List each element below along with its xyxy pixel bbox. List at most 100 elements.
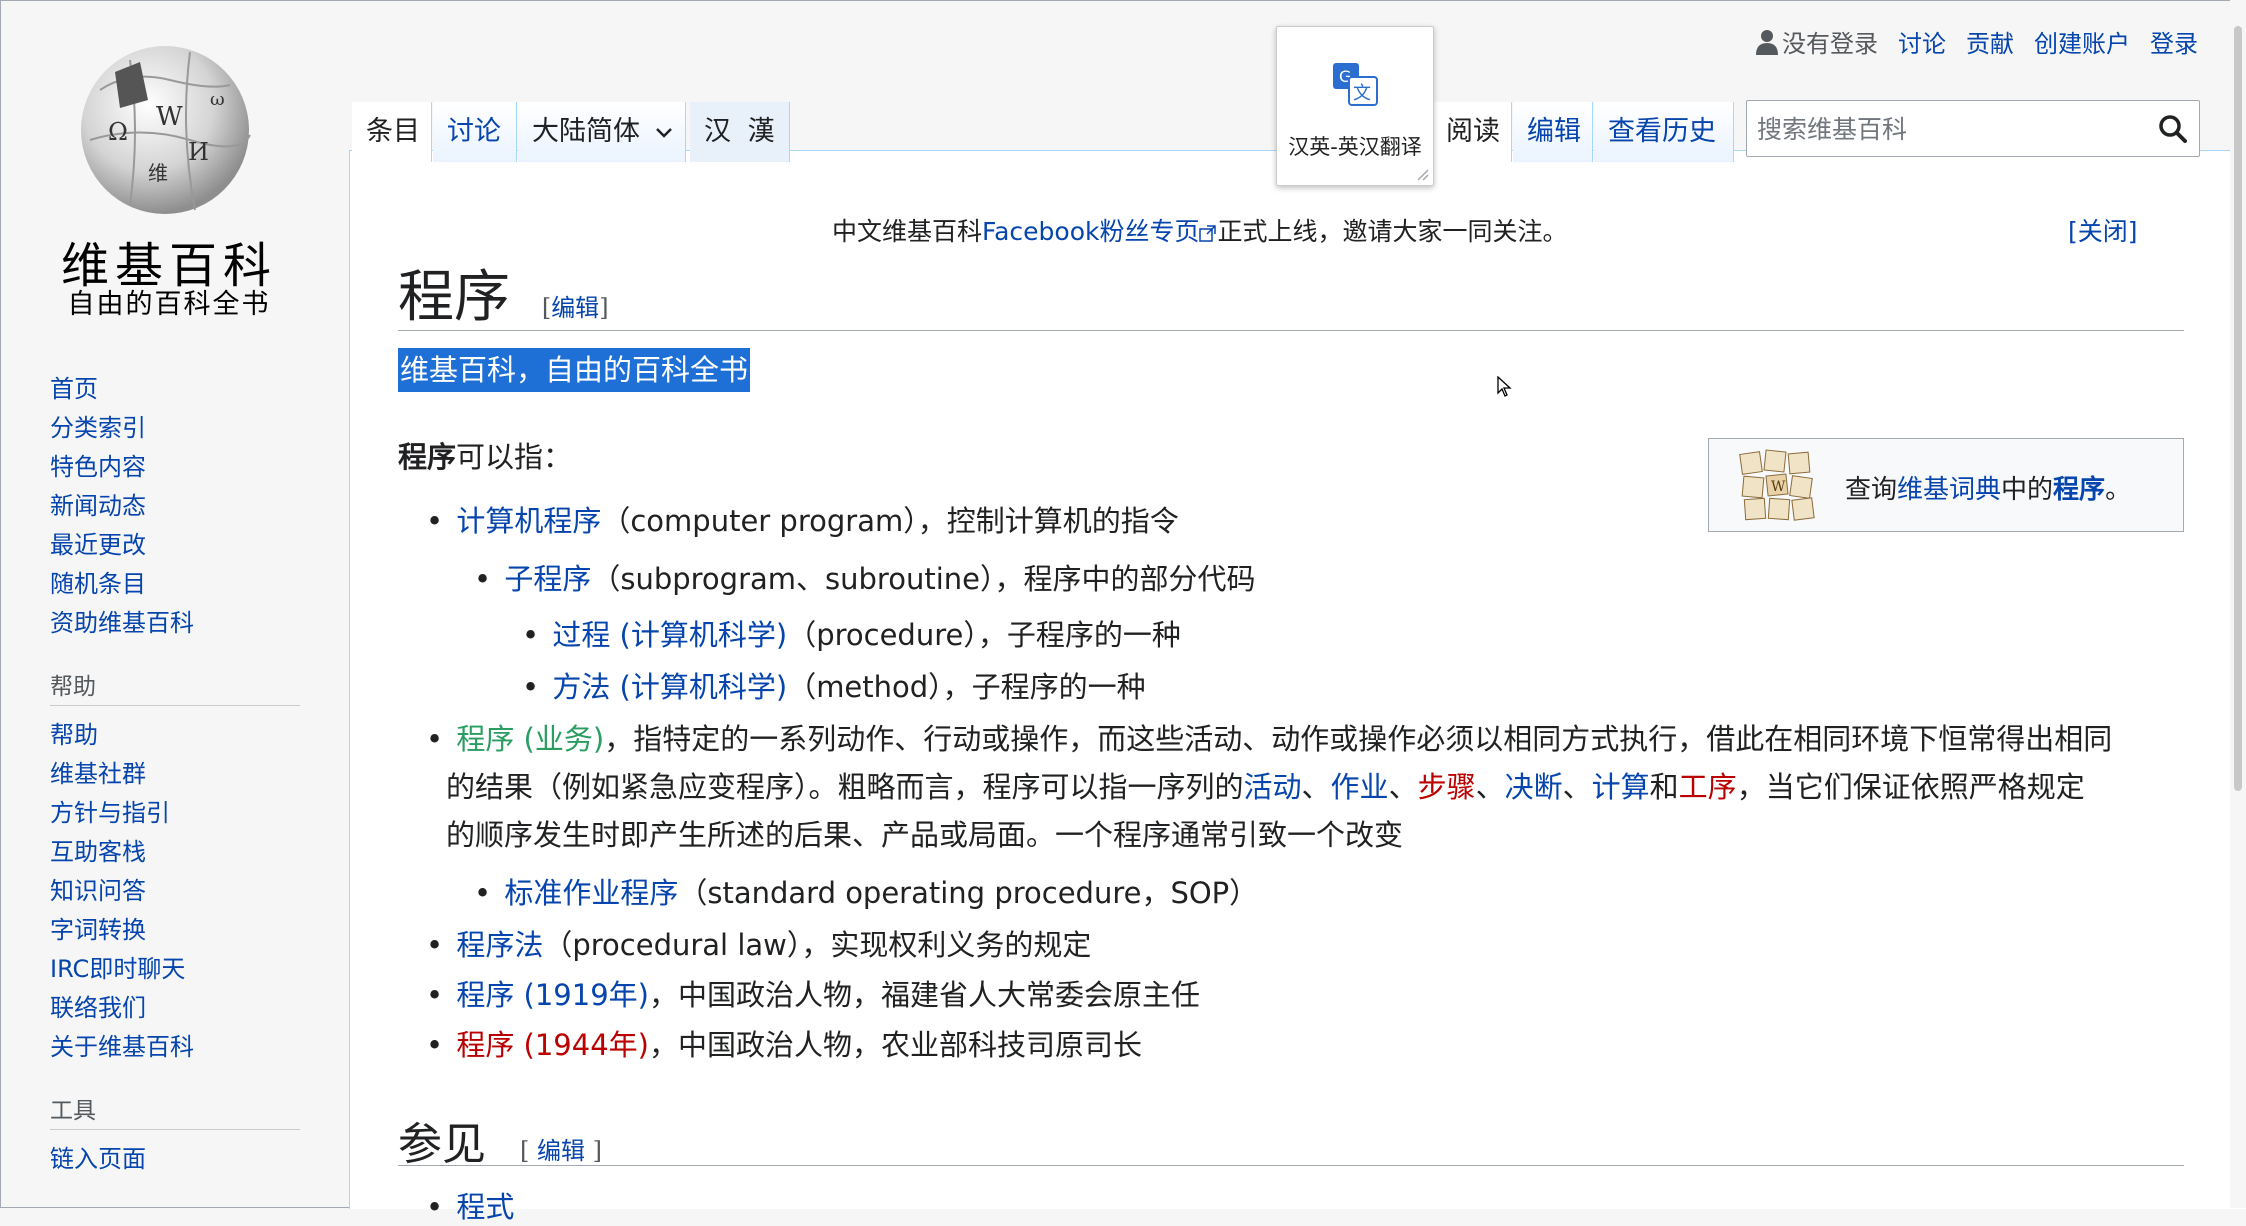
svg-text:文: 文 xyxy=(1353,83,1371,104)
intro-bold-term: 程序 xyxy=(398,440,457,474)
sidebar-item-donate[interactable]: 资助维基百科 xyxy=(50,604,300,643)
sidebar-heading-tools: 工具 xyxy=(50,1093,300,1130)
tab-read[interactable]: 阅读 xyxy=(1432,102,1512,162)
title-edit-link[interactable]: 编辑 xyxy=(551,294,599,322)
wikipedia-logo[interactable]: W Ω И 维 ω 维基百科 自由的百科全书 xyxy=(44,30,294,320)
tab-hanhan-toggle[interactable]: 汉 漢 xyxy=(690,102,790,162)
site-subtitle-selected: 维基百科，自由的百科全书 xyxy=(398,348,751,392)
link-computation[interactable]: 计算 xyxy=(1592,770,1650,804)
sidebar-item-featured[interactable]: 特色内容 xyxy=(50,448,300,487)
list-item: 程式 xyxy=(426,1184,514,1226)
wiktionary-term-link[interactable]: 程序 xyxy=(2053,475,2105,505)
sidebar-item-recent-changes[interactable]: 最近更改 xyxy=(50,526,300,565)
notice-text-post: 正式上线，邀请大家一同关注。 xyxy=(1217,217,1568,246)
link-subprogram[interactable]: 子程序 xyxy=(504,562,591,596)
list-item: 程序 (业务)，指特定的一系列动作、行动或操作，而这些活动、动作或操作必须以相同… xyxy=(426,716,2112,758)
page-title-text: 程序 xyxy=(398,265,510,330)
link-chengxu-1919[interactable]: 程序 (1919年) xyxy=(456,978,649,1012)
see-also-edit-link[interactable]: 编辑 xyxy=(537,1137,585,1165)
wikt-pre: 查询 xyxy=(1845,475,1898,505)
svg-text:W: W xyxy=(156,102,183,132)
sidebar-item-community[interactable]: 维基社群 xyxy=(50,755,300,794)
link-procedural-law[interactable]: 程序法 xyxy=(456,928,543,962)
sidebar-item-policies[interactable]: 方针与指引 xyxy=(50,794,300,833)
external-link-icon xyxy=(1199,225,1217,242)
sidebar: 首页 分类索引 特色内容 新闻动态 最近更改 随机条目 资助维基百科 帮助 帮助… xyxy=(50,370,300,1179)
separator: 、 xyxy=(1562,770,1592,804)
sidebar-item-contact[interactable]: 联络我们 xyxy=(50,989,300,1028)
sidebar-item-what-links-here[interactable]: 链入页面 xyxy=(50,1140,300,1179)
sidebar-item-village-pump[interactable]: 互助客栈 xyxy=(50,833,300,872)
translate-popup[interactable]: G 文 汉英-英汉翻译 xyxy=(1276,26,1434,186)
title-divider xyxy=(398,330,2184,331)
wiktionary-link[interactable]: 维基词典 xyxy=(1897,475,2001,505)
search-box xyxy=(1746,100,2200,157)
tab-variant-dropdown[interactable]: 大陆简体 xyxy=(518,102,686,162)
sidebar-item-qa[interactable]: 知识问答 xyxy=(50,872,300,911)
login-link[interactable]: 登录 xyxy=(2150,24,2198,59)
site-notice: 中文维基百科Facebook粉丝专页 正式上线，邀请大家一同关注。 xyxy=(832,212,1568,248)
tab-talk[interactable]: 讨论 xyxy=(433,102,517,162)
link-procedure-business[interactable]: 程序 (业务) xyxy=(456,722,604,756)
personal-contribs-link[interactable]: 贡献 xyxy=(1966,24,2014,59)
search-icon[interactable] xyxy=(2155,111,2191,147)
link-sop[interactable]: 标准作业程序 xyxy=(504,876,678,910)
edit-bracket-open: [ xyxy=(541,294,552,322)
list-item: 程序法（procedural law），实现权利义务的规定 xyxy=(426,922,1091,964)
page-title: 程序 [编辑] xyxy=(398,252,609,333)
edit-bracket-open: [ xyxy=(520,1137,537,1165)
item-text: （method），子程序的一种 xyxy=(787,670,1146,704)
link-decision[interactable]: 决断 xyxy=(1505,770,1563,804)
link-process-step[interactable]: 工序 xyxy=(1679,770,1737,804)
tab-history[interactable]: 查看历史 xyxy=(1594,102,1734,162)
wikt-post: 。 xyxy=(2105,475,2132,505)
notice-facebook-link[interactable]: Facebook粉丝专页 xyxy=(982,217,1199,246)
user-icon xyxy=(1756,29,1778,55)
wiktionary-box: W 查询维基词典中的程序。 xyxy=(1708,438,2184,532)
sidebar-item-conversion[interactable]: 字词转换 xyxy=(50,911,300,950)
resize-grip-icon[interactable] xyxy=(1413,165,1429,181)
svg-text:W: W xyxy=(1771,479,1786,495)
sidebar-item-main-page[interactable]: 首页 xyxy=(50,370,300,409)
translate-icon: G 文 xyxy=(1333,63,1378,106)
notice-text-pre: 中文维基百科 xyxy=(832,217,983,246)
sidebar-item-categories[interactable]: 分类索引 xyxy=(50,409,300,448)
item-text: （procedural law），实现权利义务的规定 xyxy=(543,928,1092,962)
list-item-continuation: 的顺序发生时即产生所述的后果、产品或局面。一个程序通常引致一个改变 xyxy=(446,812,1403,854)
svg-text:И: И xyxy=(188,138,209,166)
list-item-continuation: 的结果（例如紧急应变程序）。粗略而言，程序可以指一序列的活动、作业、步骤、决断、… xyxy=(446,764,2085,806)
see-also-title: 参见 xyxy=(398,1119,486,1170)
list-item: 计算机程序（computer program），控制计算机的指令 xyxy=(426,498,1178,540)
link-procedure-cs[interactable]: 过程 (计算机科学) xyxy=(552,618,787,652)
create-account-link[interactable]: 创建账户 xyxy=(2034,24,2130,59)
sidebar-item-help[interactable]: 帮助 xyxy=(50,716,300,755)
personal-talk-link[interactable]: 讨论 xyxy=(1898,24,1946,59)
link-chengxu-1944[interactable]: 程序 (1944年) xyxy=(456,1028,649,1062)
sidebar-item-news[interactable]: 新闻动态 xyxy=(50,487,300,526)
item-text: （procedure），子程序的一种 xyxy=(787,618,1181,652)
intro-rest: 可以指： xyxy=(456,440,573,474)
notice-close-link[interactable]: [关闭] xyxy=(2068,212,2138,248)
link-activity[interactable]: 活动 xyxy=(1244,770,1302,804)
link-see-also-first[interactable]: 程式 xyxy=(456,1190,514,1224)
sidebar-item-irc[interactable]: IRC即时聊天 xyxy=(50,950,300,989)
link-method-cs[interactable]: 方法 (计算机科学) xyxy=(552,670,787,704)
separator: 、 xyxy=(1475,770,1505,804)
scrollbar-thumb[interactable] xyxy=(2234,26,2242,791)
list-item: 子程序（subprogram、subroutine），程序中的部分代码 xyxy=(474,556,1255,598)
separator: 、 xyxy=(1301,770,1331,804)
list-item: 方法 (计算机科学)（method），子程序的一种 xyxy=(522,664,1146,706)
tab-edit[interactable]: 编辑 xyxy=(1513,102,1593,162)
sidebar-item-about[interactable]: 关于维基百科 xyxy=(50,1028,300,1067)
link-computer-program[interactable]: 计算机程序 xyxy=(456,504,601,538)
svg-text:维: 维 xyxy=(148,161,168,185)
sidebar-item-random[interactable]: 随机条目 xyxy=(50,565,300,604)
tab-article[interactable]: 条目 xyxy=(352,102,432,162)
link-work[interactable]: 作业 xyxy=(1331,770,1389,804)
personal-tools: 没有登录 讨论 贡献 创建账户 登录 xyxy=(1756,24,2198,59)
search-input[interactable] xyxy=(1755,107,2139,151)
link-step[interactable]: 步骤 xyxy=(1418,770,1476,804)
svg-text:Ω: Ω xyxy=(108,118,128,146)
item-text: ，指特定的一系列动作、行动或操作，而这些活动、动作或操作必须以相同方式执行，借此… xyxy=(604,722,2113,756)
conjunction: 和 xyxy=(1649,770,1679,804)
